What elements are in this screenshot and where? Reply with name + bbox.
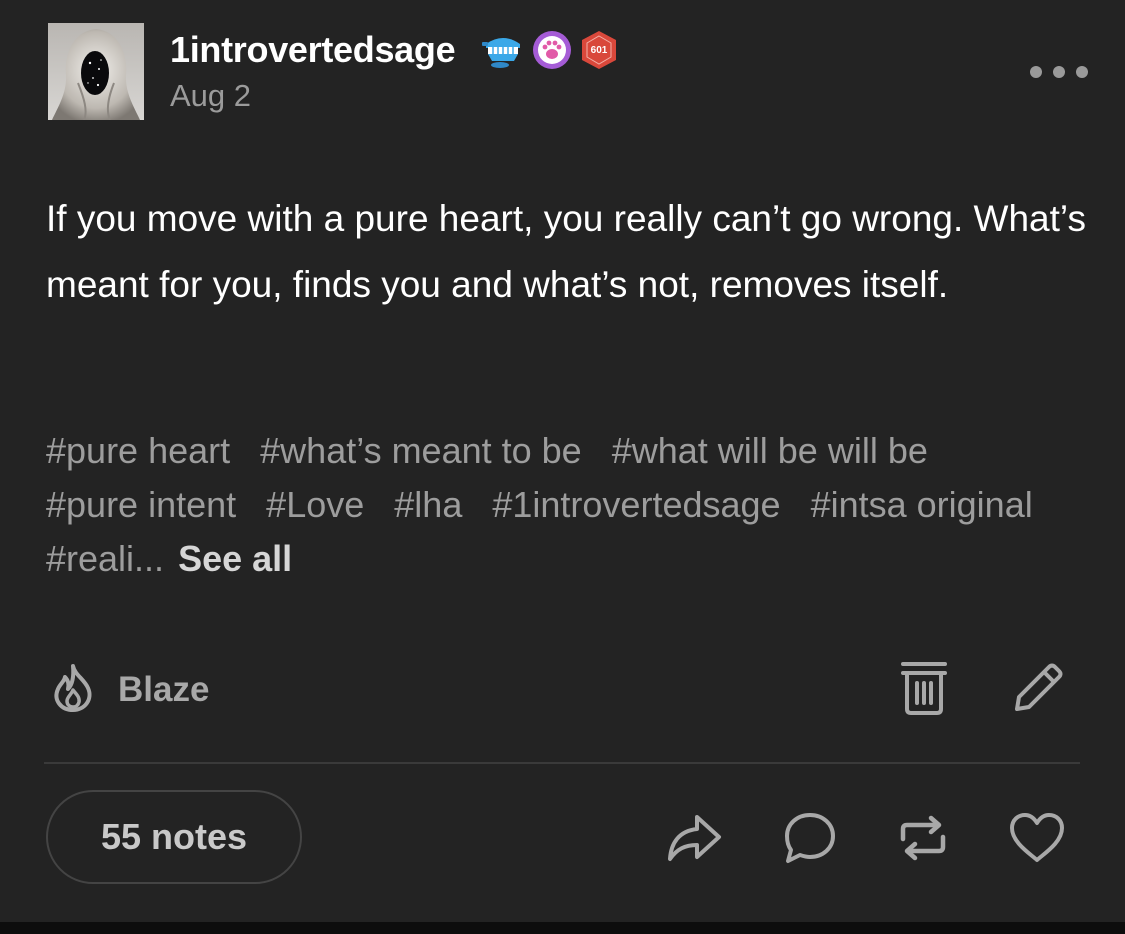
trash-icon bbox=[901, 662, 947, 715]
reblog-button[interactable] bbox=[893, 808, 953, 868]
tag[interactable]: #what will be will be bbox=[612, 430, 928, 471]
heart-icon bbox=[1010, 813, 1064, 862]
hex-601-badge-icon[interactable]: 601 bbox=[578, 29, 620, 76]
pencil-icon bbox=[1015, 663, 1063, 711]
hooded-figure-avatar-image bbox=[48, 23, 144, 120]
edit-button[interactable] bbox=[1008, 658, 1068, 718]
notes-button[interactable]: 55 notes bbox=[46, 790, 302, 884]
hex-badge-text: 601 bbox=[591, 45, 608, 56]
tag[interactable]: #what’s meant to be bbox=[260, 430, 582, 471]
comment-icon bbox=[785, 813, 835, 863]
post-body: If you move with a pure heart, you reall… bbox=[46, 198, 1086, 305]
dot bbox=[1076, 66, 1088, 78]
tag[interactable]: #1introvertedsage bbox=[492, 484, 780, 525]
tag[interactable]: #reali... bbox=[46, 538, 164, 579]
flame-icon bbox=[50, 663, 96, 718]
dot bbox=[1053, 66, 1065, 78]
share-button[interactable] bbox=[664, 808, 724, 868]
avatar[interactable] bbox=[48, 23, 144, 120]
reply-button[interactable] bbox=[780, 808, 840, 868]
teeth-badge-icon[interactable] bbox=[480, 30, 526, 75]
share-icon bbox=[668, 815, 721, 861]
tag[interactable]: #intsa original bbox=[811, 484, 1033, 525]
blaze-label: Blaze bbox=[118, 670, 210, 709]
like-button[interactable] bbox=[1005, 808, 1069, 868]
tag-list: #pure heart #what’s meant to be #what wi… bbox=[46, 424, 1086, 586]
tag[interactable]: #lha bbox=[394, 484, 462, 525]
post-date[interactable]: Aug 2 bbox=[170, 78, 251, 114]
username[interactable]: 1introvertedsage bbox=[170, 28, 456, 72]
divider bbox=[44, 762, 1080, 764]
see-all-tags-link[interactable]: See all bbox=[178, 538, 292, 579]
badge-row: 601 bbox=[480, 30, 620, 74]
tag[interactable]: #pure heart bbox=[46, 430, 230, 471]
delete-button[interactable] bbox=[897, 658, 951, 718]
tag[interactable]: #pure intent bbox=[46, 484, 236, 525]
dot bbox=[1030, 66, 1042, 78]
more-options-icon[interactable] bbox=[1030, 62, 1088, 82]
tag[interactable]: #Love bbox=[266, 484, 364, 525]
blaze-button[interactable]: Blaze bbox=[50, 662, 209, 718]
reblog-icon bbox=[900, 815, 946, 861]
paw-badge-icon[interactable] bbox=[532, 30, 572, 75]
post-card: 1introvertedsage 601 Aug 2 If you move w… bbox=[0, 0, 1125, 922]
